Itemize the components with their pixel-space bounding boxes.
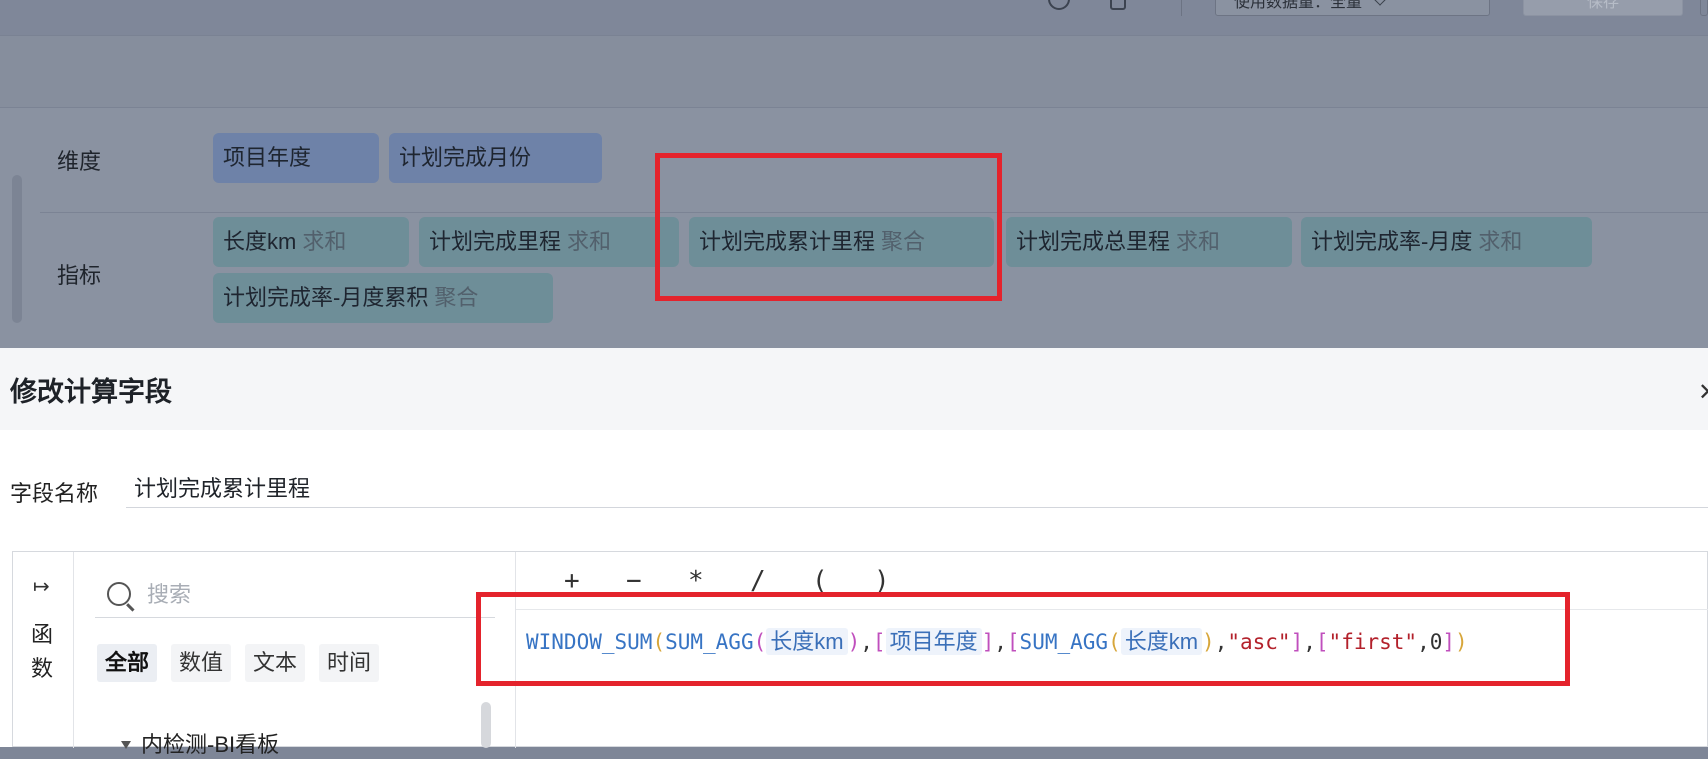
save-button[interactable]: 保存 (1523, 0, 1683, 16)
chevron-down-icon (1374, 0, 1386, 6)
metric-pill[interactable]: 计划完成率-月度累积 聚合 (213, 273, 553, 323)
pill-label: 计划完成里程 (429, 229, 562, 254)
toolbar-divider (1181, 0, 1182, 16)
metric-pill[interactable]: 计划完成率-月度 求和 (1301, 217, 1592, 267)
metric-pill[interactable]: 计划完成总里程 求和 (1006, 217, 1292, 267)
dimension-pill[interactable]: 项目年度 (213, 133, 379, 183)
top-toolbar: 使用数据量：全量 保存 (0, 0, 1708, 36)
pill-label: 计划完成月份 (399, 145, 532, 170)
pill-label: 计划完成率-月度 (1311, 229, 1473, 254)
pill-agg: 聚合 (434, 285, 479, 310)
search-box (95, 572, 495, 618)
pill-label: 长度km (223, 229, 297, 254)
search-icon (107, 582, 131, 606)
dimension-row-label: 维度 (57, 149, 102, 174)
modal-title: 修改计算字段 (10, 377, 172, 407)
collapse-panel-icon[interactable]: ↦ (33, 574, 55, 598)
tree-item-dataset[interactable]: 内检测-BI看板 (121, 727, 279, 759)
field-name-input[interactable] (126, 466, 1708, 508)
tab-text[interactable]: 文本 (245, 644, 306, 682)
search-input[interactable] (147, 578, 477, 612)
copy-icon[interactable] (1110, 0, 1126, 10)
pill-agg: 求和 (567, 229, 612, 254)
edit-calc-field-modal: 修改计算字段 ✕ 字段名称 ↦ 函数 全部 数值 文本 时间 内检测-BI看板 … (0, 348, 1708, 757)
pill-agg: 求和 (302, 229, 347, 254)
tab-all[interactable]: 全部 (97, 644, 158, 682)
sub-toolbar (0, 36, 1708, 108)
data-usage-select[interactable]: 使用数据量：全量 (1215, 0, 1490, 16)
pill-label: 项目年度 (223, 145, 312, 170)
modal-header: 修改计算字段 ✕ (0, 348, 1708, 430)
left-scrollbar[interactable] (12, 175, 22, 323)
pill-label: 计划完成总里程 (1016, 229, 1171, 254)
metric-pill[interactable]: 计划完成里程 求和 (419, 217, 679, 267)
close-icon[interactable]: ✕ (1698, 378, 1708, 407)
data-usage-label: 使用数据量：全量 (1234, 0, 1363, 11)
pill-agg: 求和 (1478, 229, 1523, 254)
metric-row-label: 指标 (57, 263, 102, 288)
tree-item-label: 内检测-BI看板 (141, 732, 280, 757)
dimension-pill[interactable]: 计划完成月份 (389, 133, 602, 183)
tab-numeric[interactable]: 数值 (171, 644, 232, 682)
metric-pill[interactable]: 长度km 求和 (213, 217, 409, 267)
refresh-icon[interactable] (1048, 0, 1070, 10)
tree-scrollbar[interactable] (481, 702, 491, 748)
caret-down-icon (121, 741, 131, 749)
toolbar-more-button[interactable] (1700, 0, 1708, 16)
function-rail-label: 函数 (31, 622, 54, 681)
highlight-box (655, 153, 1002, 301)
pill-label: 计划完成率-月度累积 (223, 285, 429, 310)
function-rail: ↦ 函数 (13, 552, 74, 748)
tab-time[interactable]: 时间 (319, 644, 380, 682)
pill-agg: 求和 (1176, 229, 1221, 254)
highlight-box (476, 592, 1570, 686)
field-name-label: 字段名称 (10, 481, 99, 506)
